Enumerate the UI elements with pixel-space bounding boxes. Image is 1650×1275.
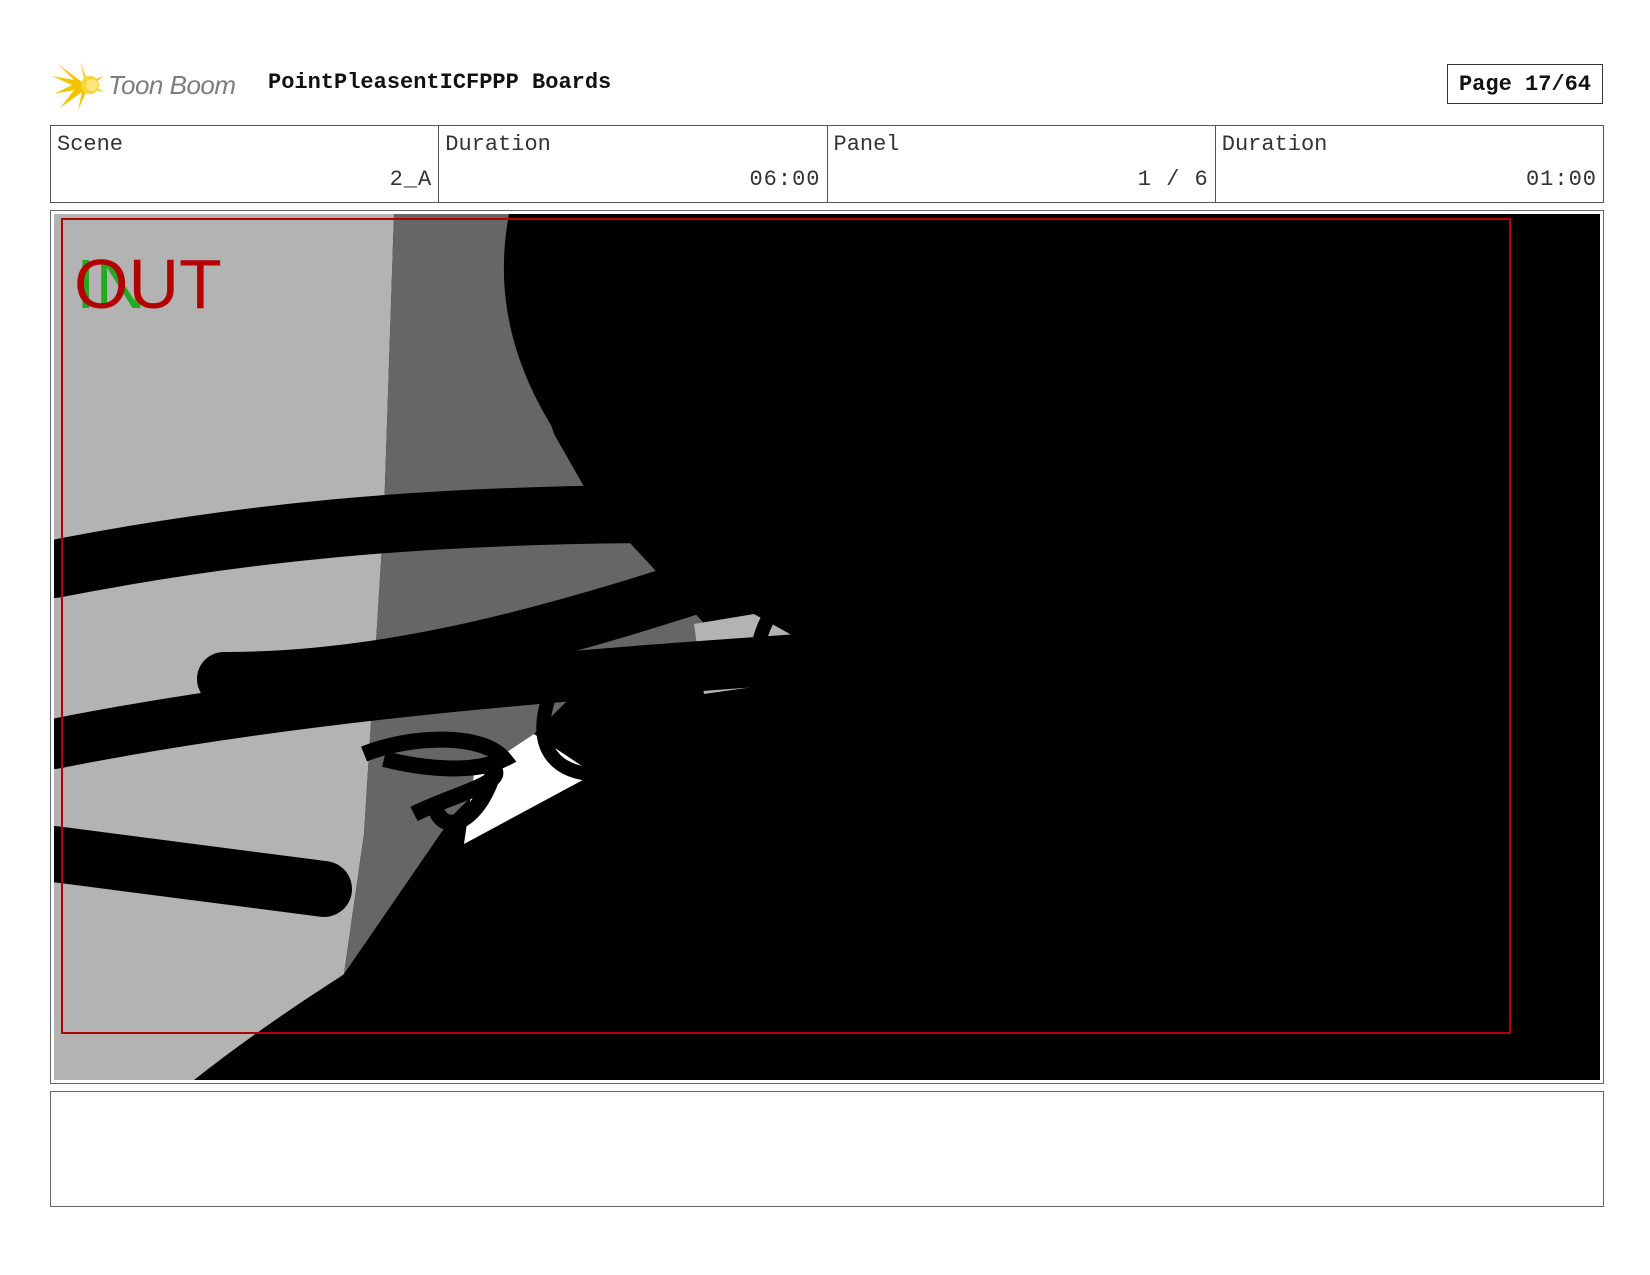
scene-duration-label: Duration (445, 132, 551, 157)
panel-duration-label: Duration (1221, 132, 1328, 157)
page-indicator: Page 17/64 (1447, 64, 1603, 104)
scene-info-table: Scene 2_A Duration 06:00 Panel 1 / 6 Dur… (50, 125, 1604, 203)
board-title: PointPleasentICFPPP Boards (268, 70, 612, 95)
panel-cell: Panel 1 / 6 (828, 126, 1216, 202)
starburst-icon (52, 62, 104, 110)
logo-text: Toon Boom (108, 69, 236, 100)
notes-box[interactable] (50, 1091, 1604, 1207)
finger-stroke-4 (54, 826, 352, 917)
panel-duration-value: 01:00 (1525, 167, 1597, 192)
storyboard-drawing (54, 214, 1600, 1080)
toon-boom-logo: Toon Boom (52, 58, 252, 112)
scene-cell: Scene 2_A (51, 126, 440, 202)
out-marker: OUT (74, 245, 222, 322)
panel-image: IN OUT (54, 214, 1600, 1080)
scene-duration-cell: Duration 06:00 (439, 126, 828, 202)
panel-label: Panel (833, 132, 900, 157)
scene-label: Scene (57, 132, 124, 157)
panel-frame: IN OUT (50, 210, 1604, 1084)
in-out-marker: IN OUT (74, 245, 222, 322)
scene-duration-value: 06:00 (749, 167, 821, 192)
panel-value: 1 / 6 (1137, 167, 1209, 192)
panel-duration-cell: Duration 01:00 (1216, 126, 1603, 202)
scene-value: 2_A (389, 167, 433, 192)
